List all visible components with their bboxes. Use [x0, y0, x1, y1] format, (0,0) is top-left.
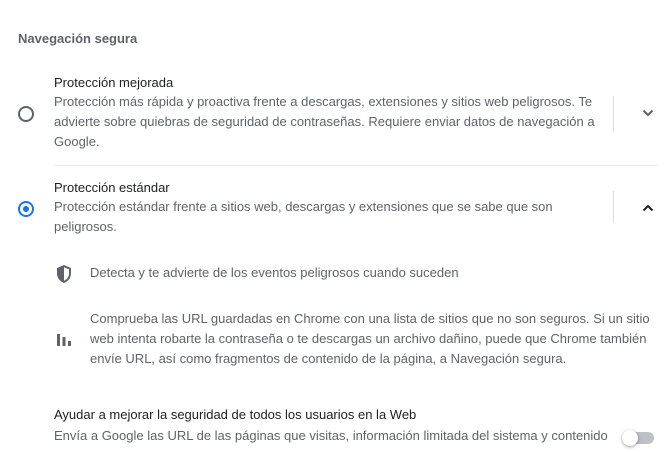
help-improve-label: Ayudar a mejorar la seguridad de todos l…	[54, 407, 417, 422]
feature-item: Comprueba las URL guardadas en Chrome co…	[54, 309, 654, 371]
chevron-down-icon	[642, 109, 654, 117]
option-desc-standard-line-1: Protección estándar frente a sitios web,…	[54, 199, 553, 214]
option-divider	[54, 165, 658, 166]
shield-icon	[57, 265, 71, 283]
option-label-enhanced: Protección mejorada	[54, 75, 174, 90]
feature-item: Detecta y te advierte de los eventos pel…	[54, 263, 654, 285]
section-title: Navegación segura	[18, 31, 138, 46]
feature-text-detect: Detecta y te advierte de los eventos pel…	[90, 265, 459, 280]
radio-option-enhanced[interactable]: Protección mejorada Protección más rápid…	[0, 70, 672, 160]
toggle-knob	[622, 430, 638, 446]
feature-text-check-urls-line-3: envíe URL, así como fragmentos de conten…	[90, 351, 567, 366]
radio-standard[interactable]	[18, 201, 34, 217]
expand-enhanced-button[interactable]	[638, 103, 658, 123]
help-improve-row[interactable]: Ayudar a mejorar la seguridad de todos l…	[54, 405, 664, 452]
collapse-standard-button[interactable]	[638, 198, 658, 218]
help-improve-toggle[interactable]	[622, 429, 656, 447]
radio-option-standard[interactable]: Protección estándar Protección estándar …	[0, 175, 600, 245]
option-desc-enhanced-line-3: Google.	[54, 134, 100, 149]
feature-text-check-urls-line-1: Comprueba las URL guardadas en Chrome co…	[90, 311, 650, 326]
bar-chart-icon	[57, 334, 71, 346]
option-desc-enhanced-line-2: advierte sobre quiebras de seguridad de …	[54, 114, 595, 129]
feature-text-check-urls-line-2: web intenta robarte la contraseña o te d…	[90, 331, 647, 346]
radio-enhanced[interactable]	[18, 106, 34, 122]
option-desc-enhanced-line-1: Protección más rápida y proactiva frente…	[54, 94, 593, 109]
help-improve-desc: Envía a Google las URL de las páginas qu…	[54, 428, 608, 443]
option-label-standard: Protección estándar	[54, 180, 170, 195]
chevron-up-icon	[642, 204, 654, 212]
vertical-divider	[613, 191, 614, 223]
vertical-divider	[613, 96, 614, 132]
option-desc-standard-line-2: peligrosos.	[54, 219, 117, 234]
